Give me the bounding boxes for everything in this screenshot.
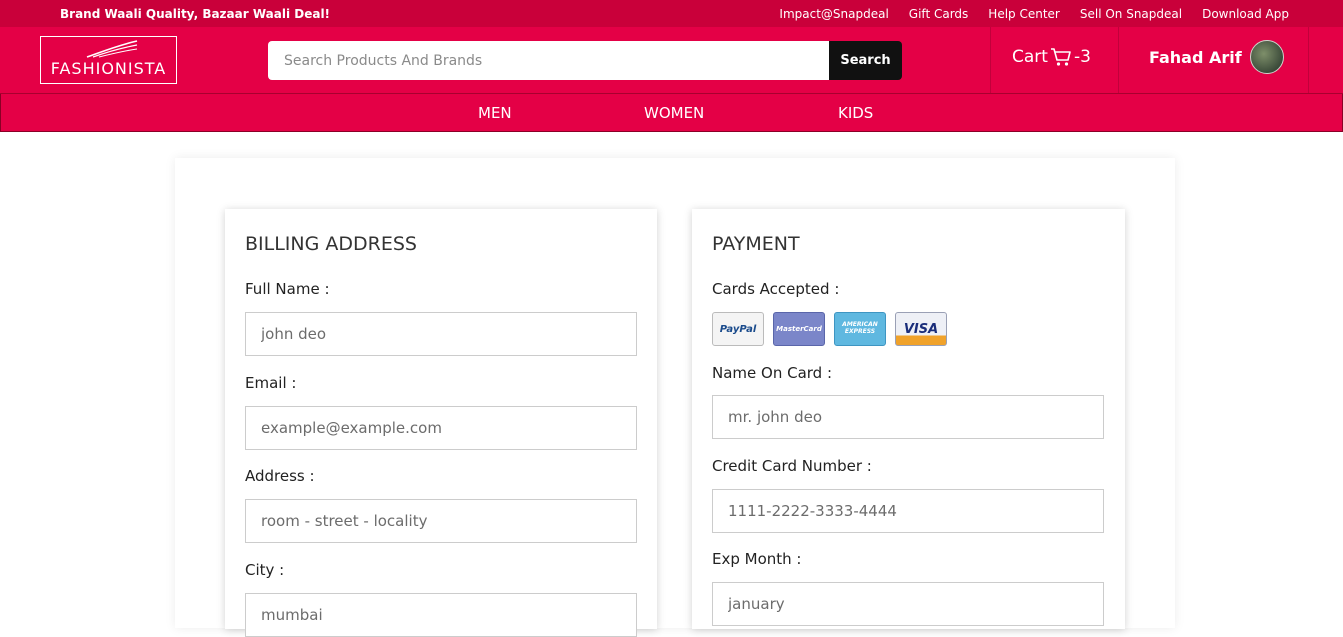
name-on-card-label: Name On Card : [712,364,833,382]
divider [1118,27,1119,93]
category-nav: MEN WOMEN KIDS [0,94,1343,132]
city-field[interactable] [245,593,637,637]
payment-title: PAYMENT [712,233,800,255]
top-links: Impact@Snapdeal Gift Cards Help Center S… [779,7,1289,21]
accepted-cards: PayPal MasterCard AMERICAN EXPRESS VISA [712,312,947,346]
payment-card: PAYMENT Cards Accepted : PayPal MasterCa… [692,209,1125,629]
exp-month-label: Exp Month : [712,550,802,568]
search-input[interactable] [268,41,829,80]
cart-count: -3 [1073,47,1091,67]
avatar [1249,40,1284,74]
header: FASHIONISTA Search Cart -3 Fahad Arif [0,27,1343,94]
divider [990,27,991,93]
email-field[interactable] [245,406,637,450]
cart-label: Cart [1012,47,1048,67]
address-label: Address : [245,467,315,485]
search-button[interactable]: Search [829,41,902,80]
card-number-field[interactable] [712,489,1104,533]
logo[interactable]: FASHIONISTA [40,36,177,84]
logo-text: FASHIONISTA [50,59,167,78]
top-bar: Brand Waali Quality, Bazaar Waali Deal! … [0,0,1343,27]
mastercard-icon: MasterCard [773,312,825,346]
cards-accepted-label: Cards Accepted : [712,280,840,298]
paypal-icon: PayPal [712,312,764,346]
name-on-card-field[interactable] [712,395,1104,439]
user-name: Fahad Arif [1149,47,1242,67]
card-number-label: Credit Card Number : [712,457,872,475]
nav-men[interactable]: MEN [478,104,512,122]
nav-women[interactable]: WOMEN [644,104,704,122]
exp-month-field[interactable] [712,582,1104,626]
logo-swoosh-icon [86,40,137,58]
user-menu[interactable]: Fahad Arif [1149,40,1284,74]
address-field[interactable] [245,499,637,543]
link-download-app[interactable]: Download App [1202,7,1289,21]
divider [1308,27,1309,93]
amex-icon: AMERICAN EXPRESS [834,312,886,346]
email-label: Email : [245,374,297,392]
nav-kids[interactable]: KIDS [838,104,873,122]
search-bar: Search [268,41,902,80]
city-label: City : [245,561,285,579]
tagline: Brand Waali Quality, Bazaar Waali Deal! [60,6,331,21]
link-sell[interactable]: Sell On Snapdeal [1080,7,1182,21]
cart-icon [1050,48,1071,66]
full-name-field[interactable] [245,312,637,356]
billing-title: BILLING ADDRESS [245,233,417,255]
billing-address-card: BILLING ADDRESS Full Name : Email : Addr… [225,209,657,637]
link-help-center[interactable]: Help Center [988,7,1060,21]
cart-button[interactable]: Cart -3 [1012,47,1091,67]
link-gift-cards[interactable]: Gift Cards [909,7,969,21]
full-name-label: Full Name : [245,280,330,298]
visa-icon: VISA [895,312,947,346]
link-impact[interactable]: Impact@Snapdeal [779,7,888,21]
